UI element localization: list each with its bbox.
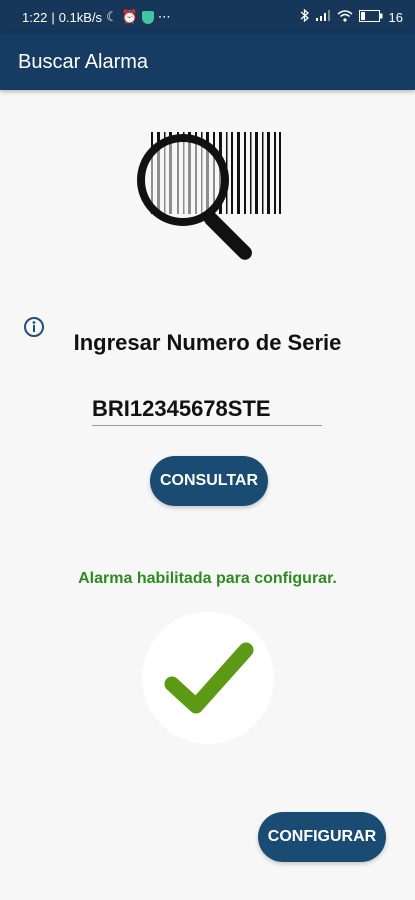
barcode-magnifier-icon [137,132,281,260]
more-icon: ⋯ [157,9,171,24]
shield-icon [141,10,154,24]
checkmark-icon [164,642,254,714]
bluetooth-icon [300,8,309,25]
alarm-clock-icon: ⏰ [121,9,138,24]
page-title: Buscar Alarma [18,51,149,73]
battery-level: 16 [388,9,403,25]
status-right: 16 [300,8,403,25]
status-time: 1:22 [22,9,48,25]
success-indicator [142,612,274,744]
status-bar: 1:22 | 0.1kB/s ☾ ⏰ ⋯ 16 [0,0,415,33]
app-bar: Buscar Alarma [0,33,415,90]
moon-icon: ☾ [106,9,118,24]
wifi-icon [337,9,353,25]
status-left: 1:22 | 0.1kB/s ☾ ⏰ ⋯ [22,9,171,25]
status-separator: | [51,9,55,25]
configure-button[interactable]: CONFIGURAR [258,812,386,862]
serial-number-input[interactable] [92,393,322,426]
status-message: Alarma habilitada para configurar. [78,570,337,587]
serial-number-label: Ingresar Numero de Serie [73,330,342,355]
status-network-speed: 0.1kB/s [58,9,103,25]
signal-icon [315,9,331,25]
battery-icon [358,9,383,25]
consult-button[interactable]: CONSULTAR [150,456,268,506]
